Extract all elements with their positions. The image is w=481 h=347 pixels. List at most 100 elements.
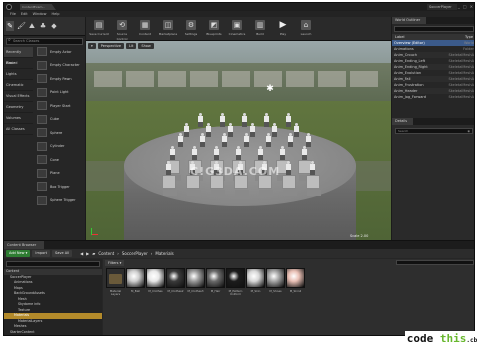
category-item[interactable]: Volumes — [4, 113, 33, 124]
placeable-item[interactable]: Plane — [34, 167, 85, 181]
soccer-player-actor[interactable] — [200, 133, 205, 147]
placeable-item[interactable]: Empty Pawn — [34, 72, 85, 86]
save-all-button[interactable]: Save All — [52, 250, 73, 257]
soccer-player-actor[interactable] — [198, 113, 203, 127]
foliage-mode-icon[interactable]: ♣ — [39, 21, 47, 31]
soccer-player-actor[interactable] — [266, 133, 271, 147]
placeable-item[interactable]: Cylinder — [34, 140, 85, 154]
soccer-player-actor[interactable] — [222, 133, 227, 147]
placeable-item[interactable]: Empty Actor — [34, 45, 85, 59]
play-button[interactable]: ▶ Play — [272, 17, 294, 41]
soccer-player-actor[interactable] — [310, 161, 315, 175]
category-item[interactable]: Cinematic — [4, 80, 33, 91]
maximize-icon[interactable]: □ — [463, 4, 467, 10]
asset-search-input[interactable] — [396, 260, 474, 265]
soccer-player-actor[interactable] — [244, 133, 249, 147]
placeable-item[interactable]: Cone — [34, 153, 85, 167]
placeable-item[interactable]: Cube — [34, 113, 85, 127]
landscape-mode-icon[interactable]: ⛰ — [28, 21, 36, 31]
asset-tile[interactable]: Material Layers — [106, 268, 125, 296]
place-mode-icon[interactable]: ✎ — [6, 21, 14, 31]
soccer-player-actor[interactable] — [286, 161, 291, 175]
placeable-item[interactable]: Point Light — [34, 86, 85, 100]
eye-icon[interactable]: ◉ — [467, 129, 470, 133]
level-viewport[interactable]: ✱ C!G3DA.COM ▾ Perspective Lit Show Scal… — [86, 41, 391, 240]
content-button[interactable]: ▦ Content — [134, 17, 156, 41]
soccer-player-actor[interactable] — [206, 123, 211, 137]
soccer-player-actor[interactable] — [192, 146, 197, 160]
soccer-player-actor[interactable] — [250, 123, 255, 137]
soccer-player-actor[interactable] — [166, 161, 171, 175]
soccer-player-actor[interactable] — [236, 146, 241, 160]
placeable-item[interactable]: Box Trigger — [34, 180, 85, 194]
asset-tile[interactable]: M_Clothes2 — [166, 268, 185, 296]
placeable-item[interactable]: Sphere — [34, 126, 85, 140]
asset-tile[interactable]: M_Clothes — [146, 268, 165, 296]
directional-light-icon[interactable]: ✱ — [266, 85, 274, 94]
breadcrumb-item[interactable]: Content — [98, 251, 114, 256]
folder-search-input[interactable] — [6, 261, 100, 267]
pedestal[interactable] — [162, 175, 177, 196]
category-item[interactable]: Lights — [4, 69, 33, 80]
save-button[interactable]: ▤ Save Current — [88, 17, 110, 41]
breadcrumb-item[interactable]: Materials — [155, 251, 173, 256]
lit-button[interactable]: Lit — [126, 43, 137, 49]
geometry-mode-icon[interactable]: ◆ — [50, 21, 58, 31]
forward-arrow-icon[interactable]: ▶ — [86, 251, 89, 256]
soccer-player-actor[interactable] — [306, 133, 311, 147]
category-item[interactable]: Geometry — [4, 102, 33, 113]
asset-tile[interactable]: M_Skin2 — [286, 268, 305, 296]
show-button[interactable]: Show — [138, 43, 154, 49]
menu-help[interactable]: Help — [51, 12, 59, 16]
placeable-item[interactable]: Sphere Trigger — [34, 194, 85, 208]
asset-tile[interactable]: M_Hair — [206, 268, 225, 296]
placeable-item[interactable]: Player Start — [34, 99, 85, 113]
class-search-input[interactable]: Search Classes — [6, 38, 83, 45]
outliner-search-input[interactable] — [394, 26, 474, 32]
content-browser-tab[interactable]: Content Browser — [4, 241, 45, 249]
soccer-player-actor[interactable] — [280, 146, 285, 160]
soccer-player-actor[interactable] — [258, 146, 263, 160]
soccer-player-actor[interactable] — [184, 123, 189, 137]
soccer-player-actor[interactable] — [294, 123, 299, 137]
level-tab[interactable]: ContentExam... — [20, 4, 56, 10]
menu-edit[interactable]: Edit — [21, 12, 28, 16]
soccer-player-actor[interactable] — [178, 133, 183, 147]
folder-tree-item[interactable]: Textures — [4, 335, 102, 336]
marketplace-button[interactable]: ◫ Marketplace — [157, 17, 179, 41]
import-button[interactable]: Import — [32, 250, 51, 257]
asset-tile[interactable]: M_Skin — [246, 268, 265, 296]
add-new-button[interactable]: Add New ▾ — [6, 250, 31, 257]
placeable-item[interactable]: Empty Character — [34, 59, 85, 73]
asset-tile[interactable]: M_Clothes3 — [186, 268, 205, 296]
paint-mode-icon[interactable]: 🖌 — [17, 21, 26, 31]
pedestal[interactable] — [306, 175, 321, 196]
soccer-player-actor[interactable] — [220, 113, 225, 127]
soccer-player-actor[interactable] — [288, 133, 293, 147]
category-item[interactable]: All Classes — [4, 124, 33, 135]
pedestal[interactable] — [282, 175, 297, 196]
menu-file[interactable]: File — [10, 12, 16, 16]
back-arrow-icon[interactable]: ◀ — [80, 251, 83, 256]
menu-window[interactable]: Window — [33, 12, 47, 16]
blueprints-button[interactable]: ◩ Blueprints — [203, 17, 225, 41]
category-item[interactable]: Basic — [4, 58, 33, 69]
category-item[interactable]: Visual Effects — [4, 91, 33, 102]
details-search-input[interactable]: Search ◉ — [395, 128, 473, 134]
soccer-player-actor[interactable] — [286, 113, 291, 127]
asset-tile[interactable]: M_Ball — [126, 268, 145, 296]
details-tab[interactable]: Details — [392, 118, 414, 125]
viewport-options-button[interactable]: ▾ — [88, 43, 96, 49]
perspective-button[interactable]: Perspective — [97, 43, 125, 49]
soccer-player-actor[interactable] — [242, 113, 247, 127]
soccer-player-actor[interactable] — [228, 123, 233, 137]
category-item[interactable]: Recently Placed — [4, 47, 33, 65]
soccer-player-actor[interactable] — [302, 146, 307, 160]
world-outliner-tab[interactable]: World Outliner — [392, 17, 427, 24]
settings-button[interactable]: ⚙ Settings — [180, 17, 202, 41]
filters-button[interactable]: Filters ▾ — [105, 259, 125, 266]
soccer-player-actor[interactable] — [272, 123, 277, 137]
project-tab[interactable]: SoccerPlayer — [427, 4, 457, 10]
soccer-player-actor[interactable] — [170, 146, 175, 160]
asset-tile[interactable]: M_Shoes — [266, 268, 285, 296]
